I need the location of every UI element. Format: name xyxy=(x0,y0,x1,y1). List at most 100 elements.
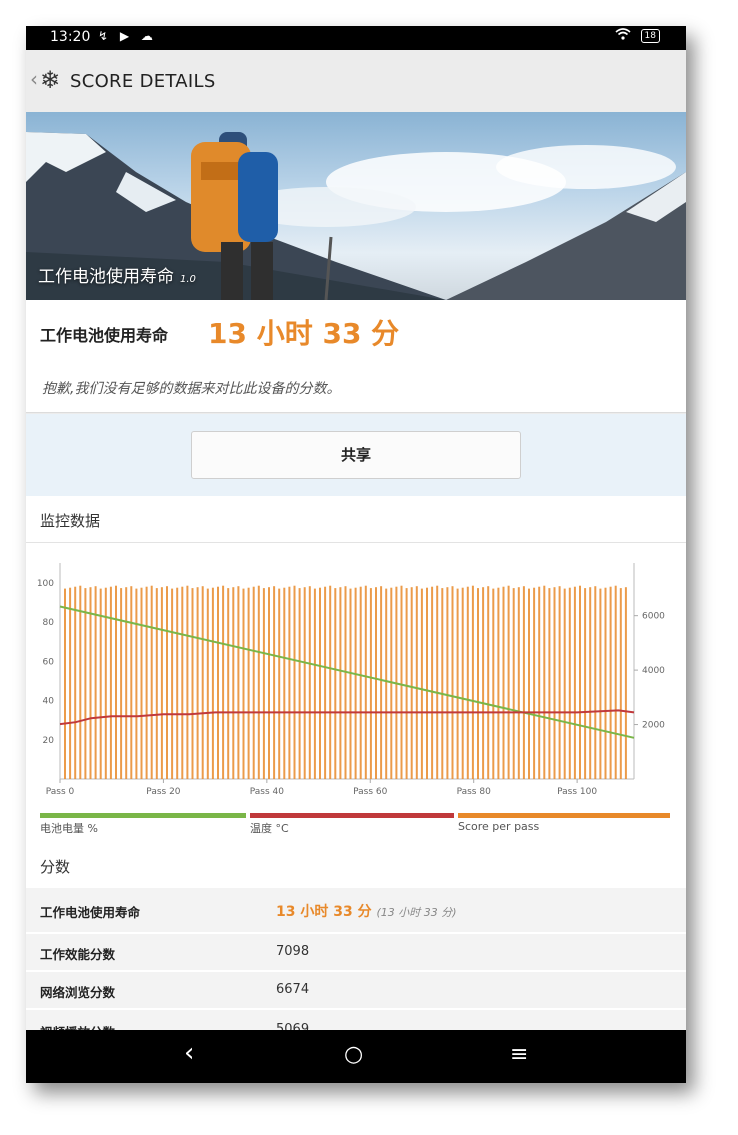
nav-menu-icon[interactable]: ≡ xyxy=(510,1042,528,1067)
score-bar xyxy=(232,587,235,779)
score-bar xyxy=(64,588,66,779)
status-time: 13:20 xyxy=(50,29,91,45)
score-bar xyxy=(344,586,347,779)
score-bar xyxy=(283,587,286,779)
score-bar xyxy=(130,586,133,779)
legend-battery-label: 电池电量 % xyxy=(40,822,98,835)
score-bar xyxy=(624,587,627,779)
hero-title-text: 工作电池使用寿命 xyxy=(38,267,174,287)
legend-battery: 电池电量 % xyxy=(40,813,246,837)
row-label: 工作电池使用寿命 xyxy=(40,905,141,920)
score-bar xyxy=(415,586,418,779)
score-bar xyxy=(171,588,174,779)
score-bar xyxy=(614,585,617,779)
score-bar xyxy=(497,587,500,779)
score-bar xyxy=(293,585,296,779)
x-tick-label: Pass 80 xyxy=(457,787,492,797)
score-bar xyxy=(288,586,291,779)
score-bar xyxy=(599,588,602,779)
row-label: 工作效能分数 xyxy=(40,947,116,962)
app-bar: ‹ ❄ SCORE DETAILS xyxy=(26,50,686,114)
score-bar xyxy=(563,588,566,779)
score-bar xyxy=(298,588,301,779)
score-bar xyxy=(74,586,77,779)
score-bar xyxy=(334,588,337,779)
score-bar xyxy=(558,586,561,779)
score-card: 工作电池使用寿命 13 小时 33 分 xyxy=(26,300,686,363)
hero-banner: 工作电池使用寿命 1.0 xyxy=(26,112,686,300)
row-value-extra: (13 小时 33 分) xyxy=(376,906,457,919)
score-bar xyxy=(369,588,372,779)
legend-temperature-swatch xyxy=(250,813,454,818)
score-bar xyxy=(589,587,592,779)
score-bar xyxy=(79,585,82,779)
legend-score: Score per pass xyxy=(458,813,670,837)
score-bar xyxy=(522,586,525,779)
score-bar xyxy=(609,586,612,779)
score-bar xyxy=(380,586,383,779)
score-bar xyxy=(538,586,541,779)
score-bar xyxy=(492,588,495,779)
score-bar xyxy=(201,586,204,779)
x-tick-label: Pass 100 xyxy=(557,787,597,797)
score-bar xyxy=(349,588,352,779)
x-tick-label: Pass 20 xyxy=(146,787,181,797)
score-bar xyxy=(222,585,225,779)
score-bar xyxy=(584,588,587,779)
share-button[interactable]: 共享 xyxy=(191,431,521,479)
table-row: 工作效能分数 7098 xyxy=(26,934,686,972)
score-bar xyxy=(359,586,362,779)
score-bar xyxy=(471,585,474,779)
hero-version: 1.0 xyxy=(180,274,196,285)
score-bar xyxy=(257,585,260,779)
wifi-icon xyxy=(615,28,631,43)
score-bar xyxy=(553,587,556,779)
y-right-tick-label: 4000 xyxy=(642,666,665,676)
score-bar xyxy=(150,585,153,779)
nav-back-icon[interactable]: ‹ xyxy=(184,1038,194,1068)
score-bar xyxy=(155,588,158,779)
score-bar xyxy=(405,588,408,779)
y-left-tick-label: 100 xyxy=(37,579,54,589)
monitoring-heading: 监控数据 xyxy=(40,512,101,530)
y-left-tick-label: 40 xyxy=(43,697,55,707)
y-right-tick-label: 6000 xyxy=(642,612,665,622)
score-bar xyxy=(436,585,439,779)
notification-icons: ↯ ▶ ☁ xyxy=(98,29,157,43)
score-bar xyxy=(400,585,403,779)
score-bar xyxy=(446,587,449,779)
status-bar: 13:20 ↯ ▶ ☁ 18 xyxy=(26,26,686,50)
score-bar xyxy=(227,588,230,779)
score-bar xyxy=(533,587,536,779)
legend-temperature: 温度 °C xyxy=(250,813,454,837)
score-bar xyxy=(303,587,306,779)
row-value-main: 13 小时 33 分 xyxy=(276,904,372,920)
score-bar xyxy=(456,588,459,779)
score-bar xyxy=(461,587,464,779)
score-bar xyxy=(329,585,332,779)
score-bar xyxy=(339,587,342,779)
score-bar xyxy=(109,586,112,779)
back-chevron-icon[interactable]: ‹ xyxy=(30,67,38,91)
scores-heading: 分数 xyxy=(40,858,71,876)
row-value: 7098 xyxy=(276,944,310,959)
score-bar xyxy=(125,587,128,779)
score-bar xyxy=(324,586,327,779)
nav-home-icon[interactable]: ○ xyxy=(344,1042,363,1067)
score-bar xyxy=(385,588,388,779)
navigation-bar: ‹ ○ ≡ xyxy=(26,1030,686,1083)
score-bar xyxy=(176,587,179,779)
x-tick-label: Pass 60 xyxy=(353,787,388,797)
score-bar xyxy=(262,588,265,779)
score-bar xyxy=(273,586,276,779)
monitoring-chart: 100 80 60 40 20 6000 4000 2000 Pass 0 Pass 20 Pass… xyxy=(37,563,665,797)
score-bar xyxy=(441,588,444,779)
score-bar xyxy=(252,586,255,779)
score-bar xyxy=(477,588,479,779)
score-bar xyxy=(426,587,428,779)
score-bar xyxy=(135,588,138,779)
legend-score-label: Score per pass xyxy=(458,820,540,833)
share-area: 共享 xyxy=(26,414,686,496)
score-bar xyxy=(619,588,622,779)
score-label: 工作电池使用寿命 xyxy=(40,326,169,345)
